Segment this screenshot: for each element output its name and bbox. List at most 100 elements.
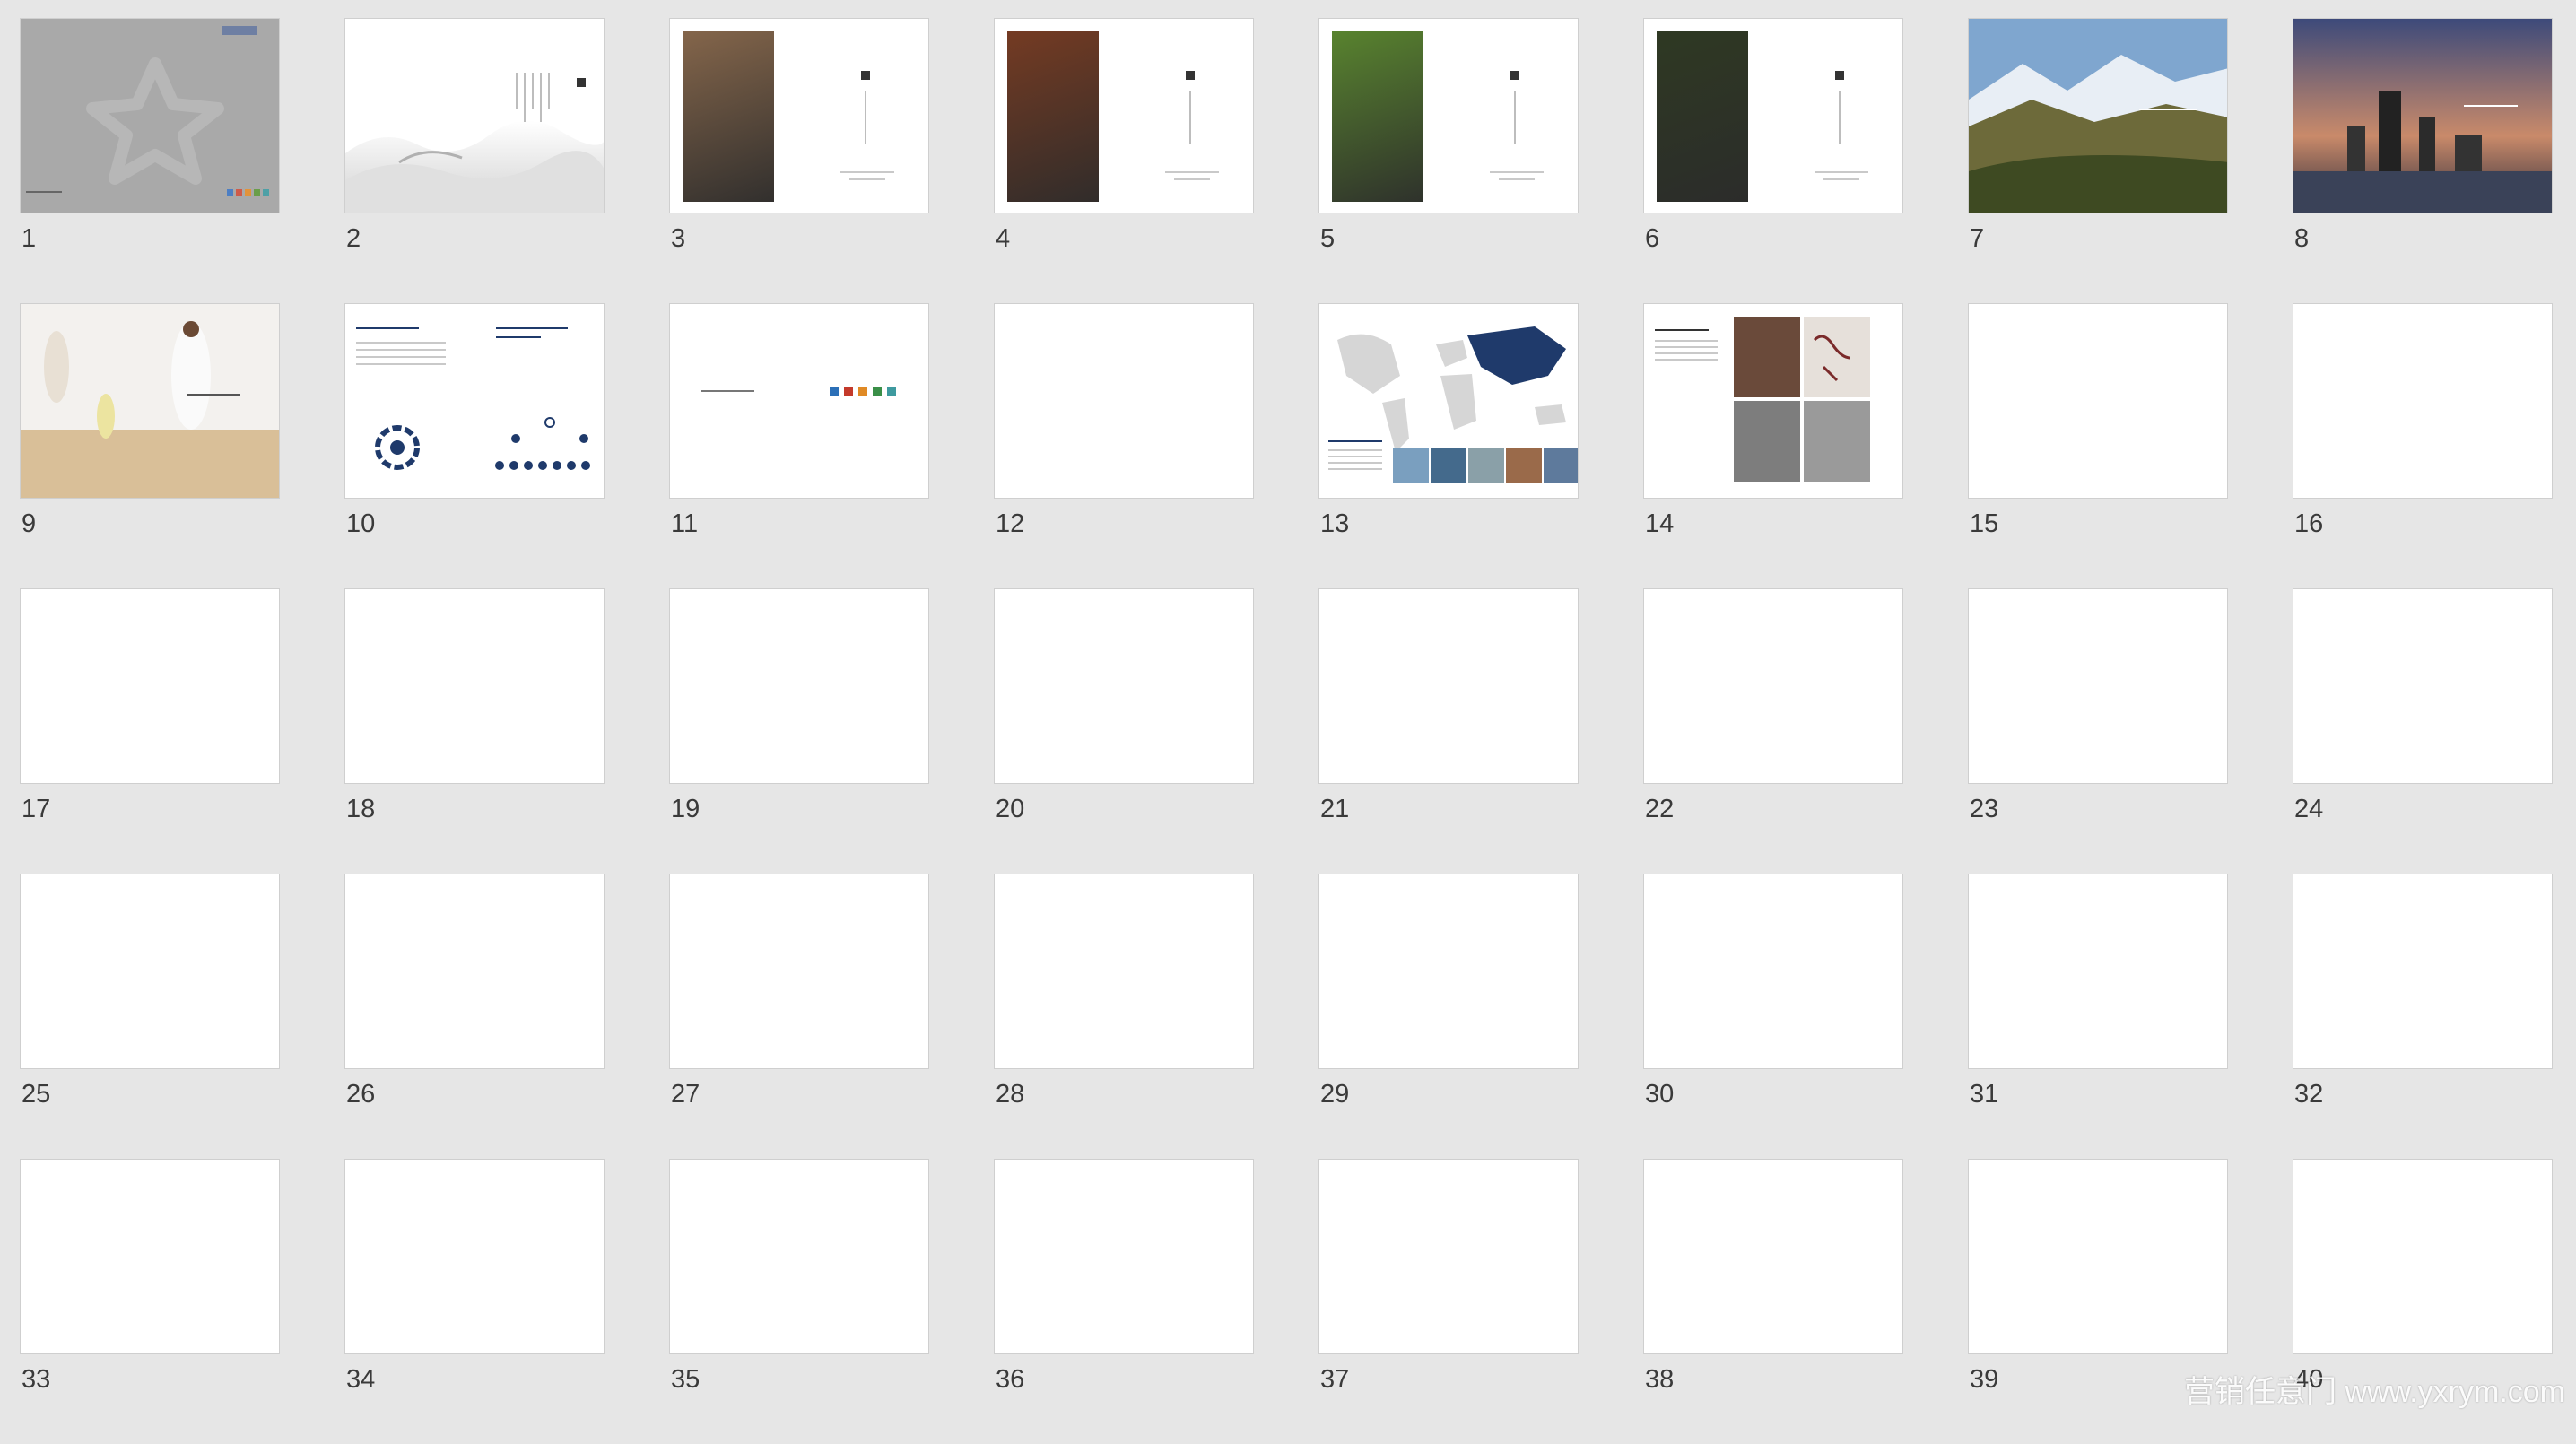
caption-line [1174, 178, 1210, 180]
slide-thumbnail[interactable] [2293, 1159, 2553, 1354]
slide-thumbnail-cell[interactable]: 32 [2293, 874, 2553, 1159]
slide-thumbnail[interactable] [1643, 303, 1903, 499]
slide-thumbnail-cell[interactable]: 33 [20, 1159, 280, 1444]
slide-thumbnail[interactable] [2293, 18, 2553, 213]
slide-thumbnail-cell[interactable]: 26 [344, 874, 605, 1159]
slide-thumbnail-cell[interactable]: 5 [1318, 18, 1579, 303]
slide-thumbnail[interactable] [994, 18, 1254, 213]
slide-thumbnail[interactable] [1968, 18, 2228, 213]
slide-thumbnail-cell[interactable]: 21 [1318, 588, 1579, 874]
slide-number: 15 [1970, 509, 1999, 538]
slide-thumbnail-cell[interactable]: 11 [669, 303, 929, 588]
slide-thumbnail[interactable] [669, 303, 929, 499]
slide-number: 8 [2294, 224, 2310, 253]
slide-thumbnail[interactable] [344, 588, 605, 784]
slide-thumbnail-cell[interactable]: 3 [669, 18, 929, 303]
slide-thumbnail[interactable] [1318, 874, 1579, 1069]
slide-thumbnail-cell[interactable]: 10 [344, 303, 605, 588]
slide-number: 13 [1320, 509, 1350, 538]
slide-thumbnail-cell[interactable]: 34 [344, 1159, 605, 1444]
slide-thumbnail[interactable] [669, 874, 929, 1069]
slide-thumbnail-cell[interactable]: 14 [1643, 303, 1903, 588]
slide-thumbnail-cell[interactable]: 22 [1643, 588, 1903, 874]
slide-thumbnail-cell[interactable]: 16 [2293, 303, 2553, 588]
slide-thumbnail[interactable] [669, 18, 929, 213]
slide-number: 34 [346, 1365, 376, 1394]
logo-mark [222, 26, 257, 35]
slide-number: 39 [1970, 1365, 1999, 1394]
slide-thumbnail[interactable] [994, 1159, 1254, 1354]
slide-thumbnail[interactable] [20, 303, 280, 499]
slide-thumbnail-cell[interactable]: 38 [1643, 1159, 1903, 1444]
slide-thumbnail-cell[interactable]: 29 [1318, 874, 1579, 1159]
slide-thumbnail-cell[interactable]: 37 [1318, 1159, 1579, 1444]
slide-thumbnail-cell[interactable]: 9 [20, 303, 280, 588]
slide-thumbnail[interactable] [20, 18, 280, 213]
slide-thumbnail-cell[interactable]: 28 [994, 874, 1254, 1159]
slide-thumbnail-cell[interactable]: 1 [20, 18, 280, 303]
slide-thumbnail[interactable] [1968, 588, 2228, 784]
slide-thumbnail[interactable] [1318, 303, 1579, 499]
slide-thumbnail-cell[interactable]: 18 [344, 588, 605, 874]
slide-thumbnail-cell[interactable]: 25 [20, 874, 280, 1159]
slide-thumbnail-cell[interactable]: 15 [1968, 303, 2228, 588]
slide-thumbnail[interactable] [344, 874, 605, 1069]
slide-thumbnail[interactable] [20, 1159, 280, 1354]
slide-thumbnail[interactable] [344, 1159, 605, 1354]
slide-thumbnail[interactable] [994, 874, 1254, 1069]
slide-thumbnail[interactable] [1968, 1159, 2228, 1354]
slide-thumbnail-cell[interactable]: 13 [1318, 303, 1579, 588]
city-photo [2293, 19, 2552, 213]
slide-thumbnail-cell[interactable]: 17 [20, 588, 280, 874]
brand-logo [887, 387, 896, 396]
slide-thumbnail-cell[interactable]: 35 [669, 1159, 929, 1444]
photo-margin [1319, 19, 1436, 213]
slide-thumbnail-cell[interactable]: 7 [1968, 18, 2228, 303]
title-glyph [1186, 71, 1195, 80]
photo-strip [1544, 448, 1578, 483]
slide-thumbnail-cell[interactable]: 24 [2293, 588, 2553, 874]
slide-thumbnail[interactable] [1643, 588, 1903, 784]
watermark: 营销任意门 www.yxrym.com [2184, 1375, 2565, 1409]
slide-thumbnail-cell[interactable]: 36 [994, 1159, 1254, 1444]
slide-thumbnail[interactable] [2293, 303, 2553, 499]
slide-thumbnail[interactable] [669, 1159, 929, 1354]
slide-thumbnail-cell[interactable]: 20 [994, 588, 1254, 874]
slide-number: 33 [22, 1365, 51, 1394]
slide-thumbnail-cell[interactable]: 27 [669, 874, 929, 1159]
slide-thumbnail[interactable] [1318, 1159, 1579, 1354]
slide-thumbnail[interactable] [994, 588, 1254, 784]
slide-thumbnail-cell[interactable]: 2 [344, 18, 605, 303]
slide-thumbnail[interactable] [344, 303, 605, 499]
slide-number: 38 [1645, 1365, 1675, 1394]
slide-thumbnail[interactable] [994, 303, 1254, 499]
slide-thumbnail[interactable] [1318, 18, 1579, 213]
slide-thumbnail[interactable] [1318, 588, 1579, 784]
slide-thumbnail[interactable] [20, 874, 280, 1069]
slide-thumbnail[interactable] [20, 588, 280, 784]
slide-thumbnail-cell[interactable]: 19 [669, 588, 929, 874]
slide-thumbnail[interactable] [1643, 18, 1903, 213]
slide-thumbnail[interactable] [2293, 874, 2553, 1069]
slide-number: 35 [671, 1365, 701, 1394]
slide-thumbnail[interactable] [669, 588, 929, 784]
slide-number: 23 [1970, 795, 1999, 823]
slide-thumbnail[interactable] [1643, 1159, 1903, 1354]
slide-thumbnail-cell[interactable]: 4 [994, 18, 1254, 303]
slide-thumbnail-cell[interactable]: 6 [1643, 18, 1903, 303]
subheading-right [496, 336, 541, 338]
slide-thumbnail-cell[interactable]: 30 [1643, 874, 1903, 1159]
photo-strip [1506, 448, 1542, 483]
slide-thumbnail-cell[interactable]: 12 [994, 303, 1254, 588]
slide-thumbnail[interactable] [1968, 874, 2228, 1069]
slide-thumbnail-cell[interactable]: 8 [2293, 18, 2553, 303]
slide-thumbnail[interactable] [1643, 874, 1903, 1069]
slide-thumbnail-cell[interactable]: 23 [1968, 588, 2228, 874]
photo-margin [670, 19, 787, 213]
slide-thumbnail[interactable] [344, 18, 605, 213]
slide-thumbnail[interactable] [2293, 588, 2553, 784]
slide-thumbnail-cell[interactable]: 31 [1968, 874, 2228, 1159]
slide-thumbnail[interactable] [1968, 303, 2228, 499]
slide-number: 27 [671, 1080, 701, 1109]
color-chip [227, 189, 233, 196]
